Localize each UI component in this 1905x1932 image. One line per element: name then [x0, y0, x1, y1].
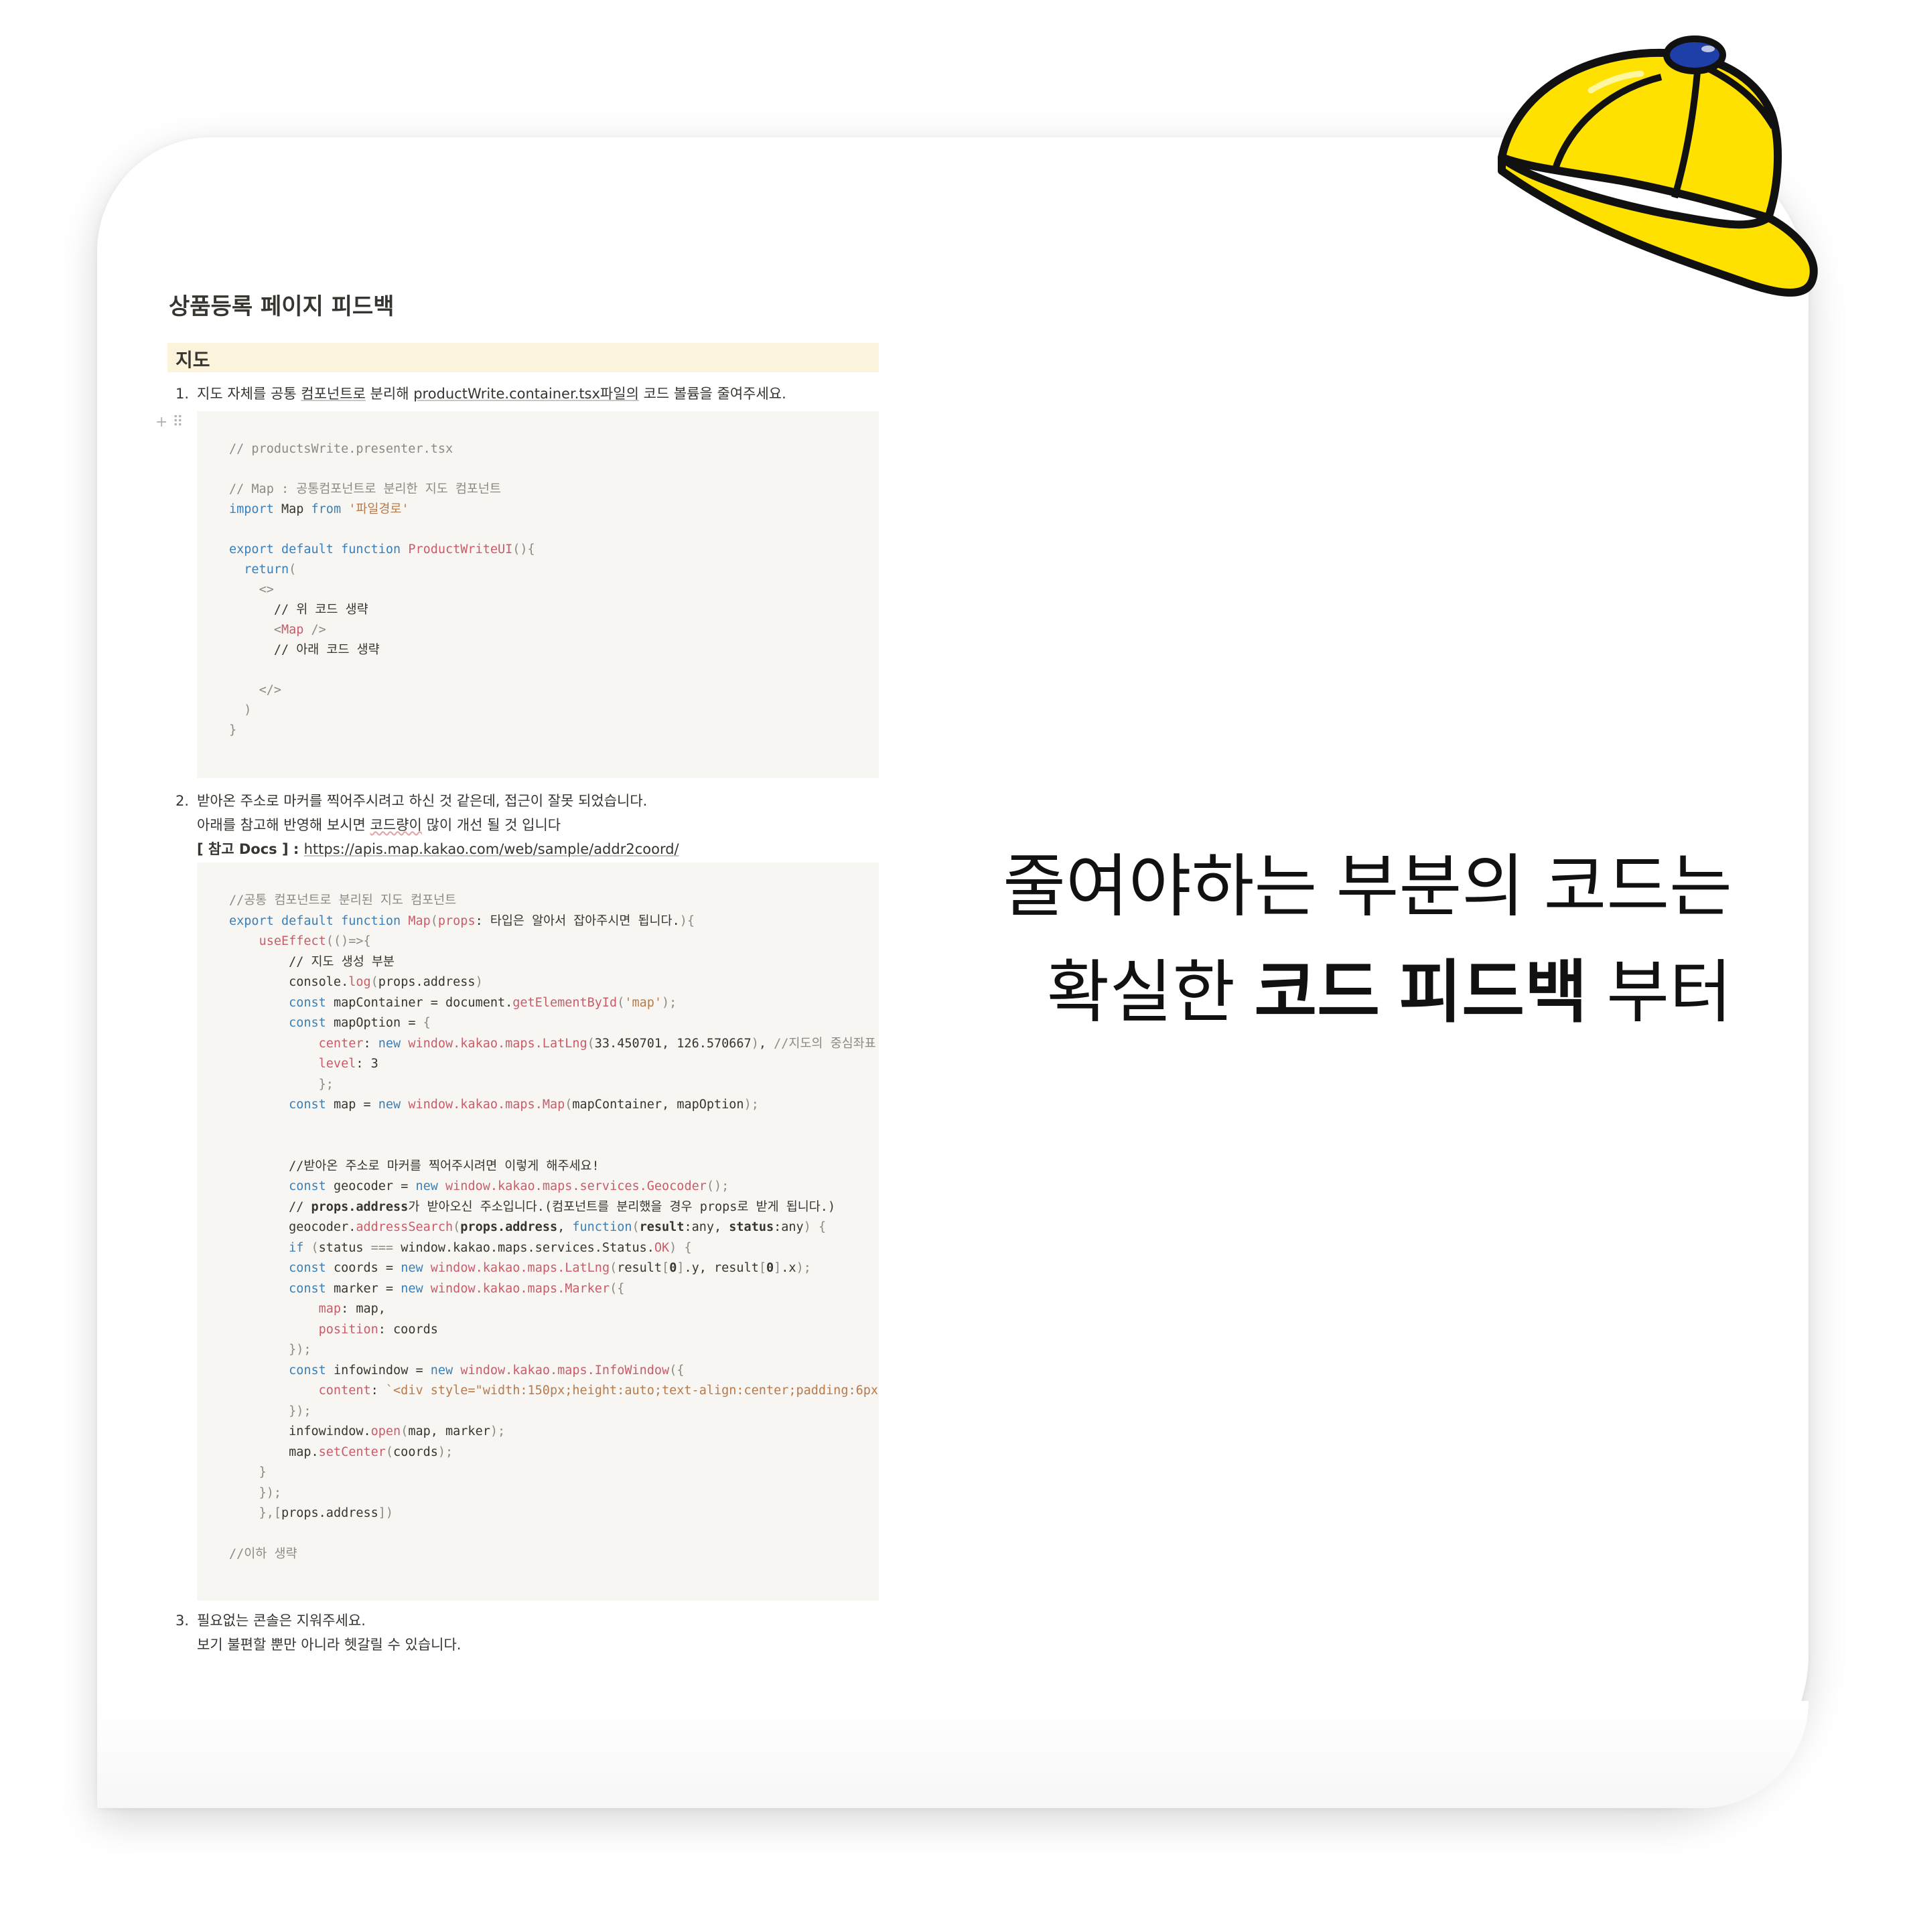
code-block-presenter: // productsWrite.presenter.tsx // Map : …	[197, 411, 879, 778]
tagline-line-1: 줄여야하는 부분의 코드는	[1003, 848, 1732, 925]
content-card-edge	[97, 1701, 1809, 1808]
list-item-3: 3. 필요없는 콘솔은 지워주세요. 보기 불편할 뿐만 아니라 헷갈릴 수 있…	[175, 1609, 462, 1657]
list-number: 1.	[175, 386, 190, 402]
reference-docs-link[interactable]: https://apis.map.kakao.com/web/sample/ad…	[304, 841, 679, 857]
list-number: 2.	[175, 793, 190, 809]
tagline-line-2: 확실한 코드 피드백 부터	[1046, 954, 1732, 1031]
list-number: 3.	[175, 1613, 190, 1629]
list-item-2: 2. 받아온 주소로 마커를 찍어주시려고 하신 것 같은데, 접근이 잘못 되…	[175, 789, 679, 861]
code-block-map-component: //공통 컴포넌트로 분리된 지도 컴포넌트 export default fu…	[197, 863, 879, 1601]
tagline-emphasis: 코드 피드백	[1254, 954, 1588, 1031]
tagline: 줄여야하는 부분의 코드는 확실한 코드 피드백 부터	[1003, 834, 1732, 1045]
underlined-text: 컴포넌트로	[301, 386, 366, 402]
page-title: 상품등록 페이지 피드백	[169, 293, 395, 320]
filename-text: productWrite.container.tsx파일의	[413, 386, 639, 402]
spellcheck-text: 코드량이	[370, 817, 422, 833]
block-drag-handle-icon[interactable]: + ⠿	[155, 414, 184, 431]
section-heading-block: 지도	[167, 343, 879, 372]
reference-label: [ 참고 Docs ] :	[197, 841, 304, 857]
yellow-cap-icon	[1498, 35, 1818, 297]
section-heading: 지도	[175, 349, 210, 371]
list-item-1: 1. 지도 자체를 공통 컴포넌트로 분리해 productWrite.cont…	[175, 382, 786, 406]
